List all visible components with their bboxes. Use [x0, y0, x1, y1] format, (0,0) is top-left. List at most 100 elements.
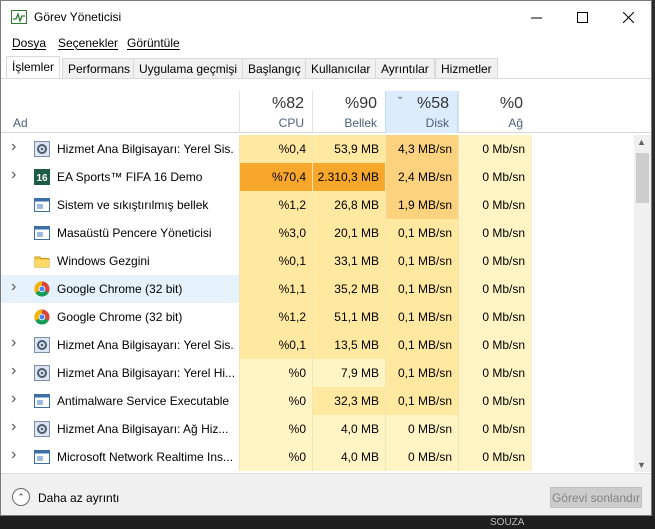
- menu-view[interactable]: Görüntüle: [127, 36, 180, 50]
- process-name-cell[interactable]: Google Chrome (32 bit): [1, 303, 239, 331]
- process-row[interactable]: › Hizmet Ana Bilgisayarı: Ağ Hiz... %0 4,0 …: [1, 415, 634, 443]
- window-icon: [34, 225, 50, 241]
- row-spacer: [531, 303, 634, 331]
- process-row[interactable]: › Google Chrome (32 bit) %1,1 35,2 MB 0,1 MB…: [1, 275, 634, 303]
- process-row[interactable]: Sistem ve sıkıştırılmış bellek %1,2 26,8 M…: [1, 191, 634, 219]
- process-row[interactable]: › Antimalware Service Executable %0 32,3 MB…: [1, 387, 634, 415]
- minimize-button[interactable]: [513, 1, 559, 33]
- process-mem-value: 4,0 MB: [340, 450, 379, 464]
- process-mem-cell: 7,9 MB: [312, 359, 385, 387]
- process-row[interactable]: › Microsoft Network Realtime Ins... %0 4,0 …: [1, 443, 634, 471]
- process-row[interactable]: Windows Gezgini %0,1 33,1 MB 0,1 MB/sn 0 Mb/…: [1, 247, 634, 275]
- process-net-value: 0 Mb/sn: [482, 198, 525, 212]
- cpu-label: CPU: [278, 116, 304, 130]
- process-cpu-cell: %0,4: [239, 135, 312, 163]
- process-net-cell: 0 Mb/sn: [458, 163, 531, 191]
- process-row[interactable]: Masaüstü Pencere Yöneticisi %3,0 20,1 MB 0,…: [1, 219, 634, 247]
- process-disk-value: 1,9 MB/sn: [397, 198, 452, 212]
- process-name-cell[interactable]: › Microsoft Network Realtime Ins...: [1, 443, 239, 471]
- chevron-right-icon[interactable]: ›: [11, 418, 23, 435]
- row-spacer: [531, 163, 634, 191]
- process-disk-value: 0,1 MB/sn: [397, 338, 452, 352]
- tab-performance[interactable]: Performans: [62, 58, 137, 78]
- process-name-cell[interactable]: › 16 EA Sports™ FIFA 16 Demo: [1, 163, 239, 191]
- chevron-right-icon[interactable]: ›: [11, 278, 23, 295]
- process-cpu-cell: %3,0: [239, 219, 312, 247]
- process-cpu-value: %1,2: [278, 310, 306, 324]
- process-name-cell[interactable]: › Hizmet Ana Bilgisayarı: Ağ Hiz...: [1, 415, 239, 443]
- row-spacer: [531, 331, 634, 359]
- menu-file[interactable]: Dosya: [12, 36, 46, 50]
- fifa16-icon: 16: [34, 169, 50, 185]
- fewer-details-label[interactable]: Daha az ayrıntı: [38, 491, 119, 505]
- maximize-button[interactable]: [559, 1, 605, 33]
- process-name-cell[interactable]: Windows Gezgini: [1, 247, 239, 275]
- process-name-cell[interactable]: › Antimalware Service Executable: [1, 387, 239, 415]
- tab-startup[interactable]: Başlangıç: [242, 58, 307, 78]
- process-cpu-value: %0,1: [278, 254, 306, 268]
- close-icon: [622, 11, 634, 23]
- chevron-right-icon[interactable]: ›: [11, 362, 23, 379]
- tab-details[interactable]: Ayrıntılar: [375, 58, 435, 78]
- process-name-cell[interactable]: Sistem ve sıkıştırılmış bellek: [1, 191, 239, 219]
- process-cpu-value: %0: [288, 450, 306, 464]
- process-name: Hizmet Ana Bilgisayarı: Yerel Sis...: [57, 142, 235, 156]
- menu-options[interactable]: Seçenekler: [58, 36, 118, 50]
- process-cpu-value: %0,1: [278, 338, 306, 352]
- process-disk-value: 0,1 MB/sn: [397, 226, 452, 240]
- column-name[interactable]: Ad: [1, 91, 239, 133]
- footer-bar: ⌃ Daha az ayrıntı Görevi sonlandır: [1, 473, 651, 515]
- fewer-details-button[interactable]: ⌃: [12, 488, 30, 506]
- end-task-button[interactable]: Görevi sonlandır: [550, 487, 642, 508]
- row-spacer: [531, 443, 634, 471]
- network-label: Ağ: [508, 116, 523, 130]
- chevron-right-icon[interactable]: ›: [11, 390, 23, 407]
- tab-processes[interactable]: İşlemler: [6, 56, 61, 78]
- process-mem-value: 4,0 MB: [340, 422, 379, 436]
- process-mem-value: 32,3 MB: [334, 394, 379, 408]
- window-icon: [34, 197, 50, 213]
- process-mem-cell: 33,1 MB: [312, 247, 385, 275]
- tab-services[interactable]: Hizmetler: [435, 58, 498, 78]
- process-net-cell: 0 Mb/sn: [458, 191, 531, 219]
- process-row[interactable]: › 16 EA Sports™ FIFA 16 Demo %70,4 2.310,3 M…: [1, 163, 634, 191]
- process-net-cell: 0 Mb/sn: [458, 219, 531, 247]
- process-disk-cell: 0,1 MB/sn: [385, 275, 458, 303]
- process-name-cell[interactable]: › Google Chrome (32 bit): [1, 275, 239, 303]
- vertical-scrollbar[interactable]: ▲ ▼: [634, 135, 651, 472]
- process-net-cell: 0 Mb/sn: [458, 275, 531, 303]
- process-name-cell[interactable]: › Hizmet Ana Bilgisayarı: Yerel Sis...: [1, 135, 239, 163]
- scroll-up-icon[interactable]: ▲: [637, 137, 646, 147]
- process-name-cell[interactable]: › Hizmet Ana Bilgisayarı: Yerel Sis...: [1, 331, 239, 359]
- process-mem-cell: 2.310,3 MB: [312, 163, 385, 191]
- title-bar[interactable]: Görev Yöneticisi: [1, 1, 651, 33]
- scroll-thumb[interactable]: [636, 153, 649, 203]
- process-name: EA Sports™ FIFA 16 Demo: [57, 170, 203, 184]
- chevron-right-icon[interactable]: ›: [11, 446, 23, 463]
- window-icon: [34, 393, 50, 409]
- process-name-cell[interactable]: Masaüstü Pencere Yöneticisi: [1, 219, 239, 247]
- menu-bar: Dosya Seçenekler Görüntüle: [1, 34, 651, 54]
- process-mem-cell: 32,3 MB: [312, 387, 385, 415]
- chevron-right-icon[interactable]: ›: [11, 138, 23, 155]
- column-disk[interactable]: ⌄ %58 Disk: [385, 91, 458, 133]
- chevron-right-icon[interactable]: ›: [11, 334, 23, 351]
- scroll-down-icon[interactable]: ▼: [637, 460, 646, 470]
- task-manager-icon: [11, 10, 27, 24]
- process-row[interactable]: › Hizmet Ana Bilgisayarı: Yerel Sis... %0,…: [1, 331, 634, 359]
- column-cpu[interactable]: %82 CPU: [239, 91, 312, 133]
- maximize-icon: [576, 11, 588, 23]
- process-row[interactable]: › Hizmet Ana Bilgisayarı: Yerel Hi... %0 7,…: [1, 359, 634, 387]
- row-spacer: [531, 387, 634, 415]
- process-row[interactable]: Google Chrome (32 bit) %1,2 51,1 MB 0,1 MB/…: [1, 303, 634, 331]
- process-name-cell[interactable]: › Hizmet Ana Bilgisayarı: Yerel Hi...: [1, 359, 239, 387]
- column-network[interactable]: %0 Ağ: [458, 91, 531, 133]
- chevron-right-icon[interactable]: ›: [11, 166, 23, 183]
- process-name: Hizmet Ana Bilgisayarı: Yerel Sis...: [57, 338, 235, 352]
- tab-app-history[interactable]: Uygulama geçmişi: [133, 58, 244, 78]
- close-button[interactable]: [605, 1, 651, 33]
- column-memory[interactable]: %90 Bellek: [312, 91, 385, 133]
- process-mem-value: 51,1 MB: [334, 310, 379, 324]
- tab-users[interactable]: Kullanıcılar: [305, 58, 377, 78]
- process-row[interactable]: › Hizmet Ana Bilgisayarı: Yerel Sis... %0,…: [1, 135, 634, 163]
